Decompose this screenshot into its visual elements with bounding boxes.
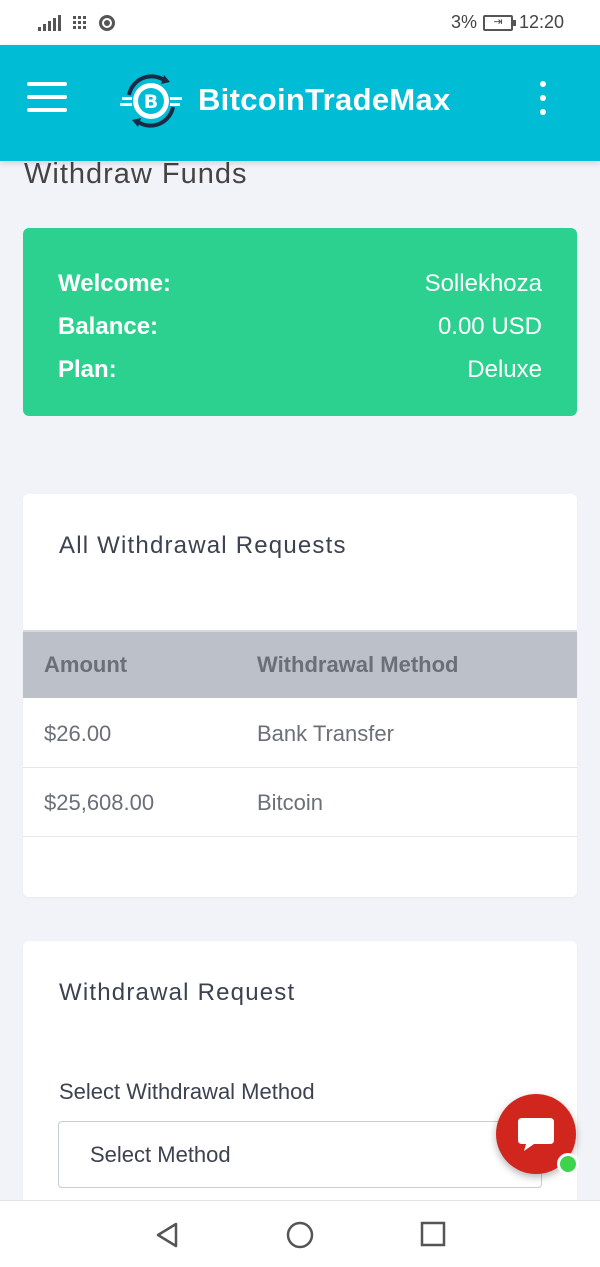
withdrawal-request-card: Withdrawal Request Select Withdrawal Met… — [23, 941, 577, 1241]
welcome-label: Welcome: — [58, 270, 171, 297]
battery-charging-icon: ⇥ — [482, 14, 516, 31]
signal-icon — [38, 14, 61, 31]
request-card-title: Withdrawal Request — [59, 979, 296, 1006]
chat-bubble-icon — [518, 1118, 554, 1151]
home-icon[interactable] — [286, 1221, 314, 1249]
status-bar: 3% ⇥ 12:20 — [0, 0, 600, 45]
table-header: Amount Withdrawal Method — [23, 630, 577, 698]
menu-icon[interactable] — [27, 82, 67, 112]
withdrawal-requests-card: All Withdrawal Requests Amount Withdrawa… — [23, 494, 577, 897]
plan-row: Plan: Deluxe — [58, 348, 542, 391]
status-icons-right: 3% ⇥ 12:20 — [451, 12, 564, 33]
chrome-icon — [99, 14, 115, 31]
clock: 12:20 — [518, 12, 564, 32]
status-icons-left — [38, 14, 115, 31]
page-title: Withdraw Funds — [24, 158, 248, 190]
table-row: $26.00 Bank Transfer — [23, 700, 577, 768]
welcome-value: Sollekhoza — [424, 270, 542, 297]
row-method: Bank Transfer — [257, 720, 394, 746]
back-icon[interactable] — [154, 1221, 180, 1249]
requests-card-title: All Withdrawal Requests — [59, 532, 347, 559]
battery-percent: 3% — [450, 12, 477, 32]
bitcoin-logo-icon: B — [120, 74, 182, 128]
row-amount: $26.00 — [44, 720, 112, 746]
account-summary-card: Welcome: Sollekhoza Balance: 0.00 USD Pl… — [23, 228, 577, 416]
plan-label: Plan: — [58, 356, 117, 383]
svg-text:B: B — [144, 91, 158, 113]
row-amount: $25,608.00 — [44, 789, 155, 815]
brand-name[interactable]: BitcoinTradeMax — [198, 82, 451, 118]
online-status-dot — [557, 1153, 579, 1175]
system-nav-bar — [0, 1200, 600, 1267]
more-vert-icon[interactable] — [535, 81, 551, 115]
plan-value: Deluxe — [467, 356, 542, 383]
row-method: Bitcoin — [257, 789, 324, 815]
table-row: $25,608.00 Bitcoin — [23, 769, 577, 837]
balance-row: Balance: 0.00 USD — [58, 305, 542, 348]
app-grid-icon — [73, 15, 87, 30]
column-header-method: Withdrawal Method — [257, 652, 459, 677]
app-bar: B BitcoinTradeMax — [0, 45, 600, 161]
withdrawal-method-select[interactable]: Select Method — [58, 1121, 542, 1188]
recents-icon[interactable] — [420, 1221, 446, 1247]
welcome-row: Welcome: Sollekhoza — [58, 262, 542, 305]
balance-label: Balance: — [58, 313, 159, 340]
column-header-amount: Amount — [44, 652, 128, 677]
method-field-label: Select Withdrawal Method — [59, 1079, 315, 1104]
balance-value: 0.00 USD — [437, 313, 542, 340]
